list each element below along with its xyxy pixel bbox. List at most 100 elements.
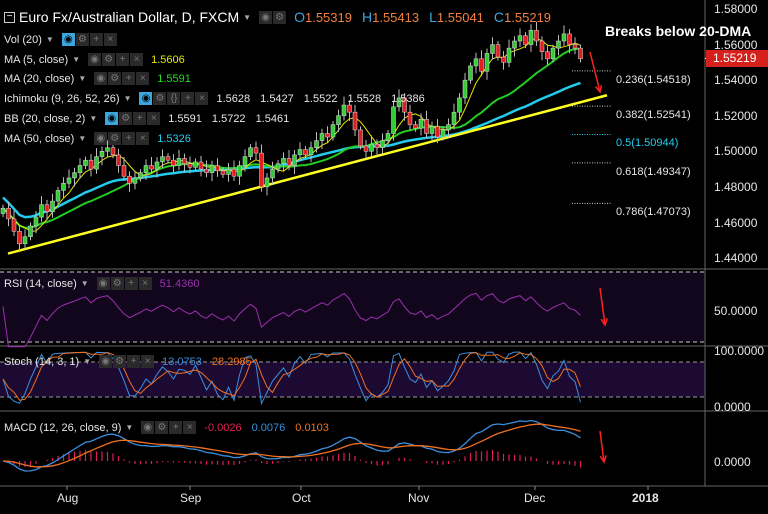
candle-body <box>88 159 94 170</box>
gear-icon[interactable]: ⚙ <box>113 355 127 368</box>
chevron-down-icon[interactable]: ▼ <box>124 94 132 103</box>
plus-icon[interactable]: + <box>122 132 136 145</box>
candle-body <box>457 97 462 113</box>
ichimoku-label[interactable]: Ichimoku (9, 26, 52, 26) <box>4 93 120 105</box>
visibility-icon[interactable]: ◉ <box>105 112 119 125</box>
macd-value: 0.0076 <box>251 421 286 434</box>
candle-body <box>231 168 237 177</box>
ma50-label[interactable]: MA (50, close) <box>4 133 74 145</box>
vol-legend: Vol (20) ▼ ◉ ⚙ + × <box>4 33 121 46</box>
candle-body <box>72 172 77 179</box>
gear-icon[interactable]: ⚙ <box>273 10 287 24</box>
gear-icon[interactable]: ⚙ <box>155 421 169 434</box>
collapse-icon[interactable]: − <box>4 11 15 23</box>
candle-body <box>297 149 303 156</box>
candle-body <box>281 158 286 164</box>
chevron-down-icon[interactable]: ▼ <box>243 13 251 22</box>
open-label: O <box>294 9 305 25</box>
candle-body <box>429 126 435 134</box>
ma5-label[interactable]: MA (5, close) <box>4 54 68 66</box>
chevron-down-icon[interactable]: ▼ <box>78 134 86 143</box>
stoch-d-value: 28.2985 <box>211 355 252 368</box>
visibility-icon[interactable]: ◉ <box>259 10 273 24</box>
candle-body <box>270 168 275 179</box>
plus-icon[interactable]: + <box>133 112 147 125</box>
plus-icon[interactable]: + <box>89 33 103 46</box>
candle-body <box>512 40 517 49</box>
candle-body <box>479 58 484 72</box>
chevron-down-icon[interactable]: ▼ <box>46 35 54 44</box>
visibility-icon[interactable]: ◉ <box>99 355 113 368</box>
stoch-label[interactable]: Stoch (14, 3, 1) <box>4 356 79 368</box>
rsi-label[interactable]: RSI (14, close) <box>4 278 77 290</box>
visibility-icon[interactable]: ◉ <box>94 72 108 85</box>
bb-value: 1.5591 <box>168 112 202 125</box>
close-icon[interactable]: × <box>136 72 150 85</box>
candle-body <box>116 154 121 166</box>
down-arrow-icon <box>589 51 601 93</box>
plus-icon[interactable]: + <box>116 53 130 66</box>
plus-icon[interactable]: + <box>124 277 138 290</box>
gear-icon[interactable]: ⚙ <box>110 277 124 290</box>
chevron-down-icon[interactable]: ▼ <box>83 357 91 366</box>
candle-body <box>446 124 451 131</box>
chevron-down-icon[interactable]: ▼ <box>125 423 133 432</box>
visibility-icon[interactable]: ◉ <box>141 421 155 434</box>
close-icon[interactable]: × <box>130 53 144 66</box>
candle-body <box>451 111 457 125</box>
stoch-legend: Stoch (14, 3, 1) ▼ ◉ ⚙ + × 13.0753 28.2985 <box>4 355 252 368</box>
gear-icon[interactable]: ⚙ <box>119 112 133 125</box>
gear-icon[interactable]: ⚙ <box>153 92 167 105</box>
close-icon[interactable]: × <box>138 277 152 290</box>
close-icon[interactable]: × <box>183 421 197 434</box>
chevron-down-icon[interactable]: ▼ <box>78 74 86 83</box>
vol-label[interactable]: Vol (20) <box>4 34 42 46</box>
candle-body <box>253 147 259 154</box>
fib-level-label: 0.5(1.50944) <box>616 137 679 150</box>
ichimoku-legend: Ichimoku (9, 26, 52, 26) ▼ ◉ ⚙{} + × 1.5628 1.… <box>4 92 431 105</box>
ma50-value: 1.5326 <box>157 132 191 145</box>
visibility-icon[interactable]: ◉ <box>139 92 153 105</box>
plus-icon[interactable]: + <box>122 72 136 85</box>
gear-icon[interactable]: ⚙ <box>75 33 89 46</box>
chevron-down-icon[interactable]: ▼ <box>72 55 80 64</box>
plus-icon[interactable]: + <box>127 355 141 368</box>
chevron-down-icon[interactable]: ▼ <box>89 114 97 123</box>
candle-body <box>275 163 281 170</box>
candle-body <box>517 35 523 42</box>
bb-label[interactable]: BB (20, close, 2) <box>4 113 85 125</box>
ichimoku-value: 1.5528 <box>347 92 382 105</box>
candle-body <box>468 65 473 81</box>
symbol-title[interactable]: Euro Fx/Australian Dollar, D, FXCM <box>19 9 239 25</box>
bb-legend: BB (20, close, 2) ▼ ◉ ⚙ + × 1.5591 1.5722 1.546… <box>4 112 295 125</box>
gear-icon[interactable]: ⚙ <box>108 72 122 85</box>
macd-label[interactable]: MACD (12, 26, close, 9) <box>4 422 121 434</box>
high-label: H <box>361 9 373 25</box>
visibility-icon[interactable]: ◉ <box>94 132 108 145</box>
visibility-icon[interactable]: ◉ <box>88 53 102 66</box>
candle-body <box>99 151 105 157</box>
candle-body <box>193 161 198 168</box>
close-icon[interactable]: × <box>141 355 155 368</box>
plus-icon[interactable]: + <box>169 421 183 434</box>
candle-body <box>6 207 11 220</box>
close-icon[interactable]: × <box>195 92 209 105</box>
candle-body <box>561 33 567 42</box>
close-icon[interactable]: × <box>147 112 161 125</box>
braces-icon[interactable]: {} <box>167 92 181 105</box>
macd-axis-label: 0.0000 <box>714 455 751 469</box>
gear-icon[interactable]: ⚙ <box>102 53 116 66</box>
plus-icon[interactable]: + <box>181 92 195 105</box>
close-icon[interactable]: × <box>103 33 117 46</box>
gear-icon[interactable]: ⚙ <box>108 132 122 145</box>
price-axis-label: 1.46000 <box>714 215 758 230</box>
ma20-legend: MA (20, close) ▼ ◉ ⚙ + × 1.5591 <box>4 72 191 85</box>
fib-level-label: 0.236(1.54518) <box>616 73 691 86</box>
close-icon[interactable]: × <box>136 132 150 145</box>
ma20-label[interactable]: MA (20, close) <box>4 73 74 85</box>
visibility-icon[interactable]: ◉ <box>96 277 110 290</box>
candle-body <box>132 177 138 184</box>
chevron-down-icon[interactable]: ▼ <box>81 279 89 288</box>
visibility-icon[interactable]: ◉ <box>61 33 75 46</box>
time-axis-label: Nov <box>408 491 430 505</box>
